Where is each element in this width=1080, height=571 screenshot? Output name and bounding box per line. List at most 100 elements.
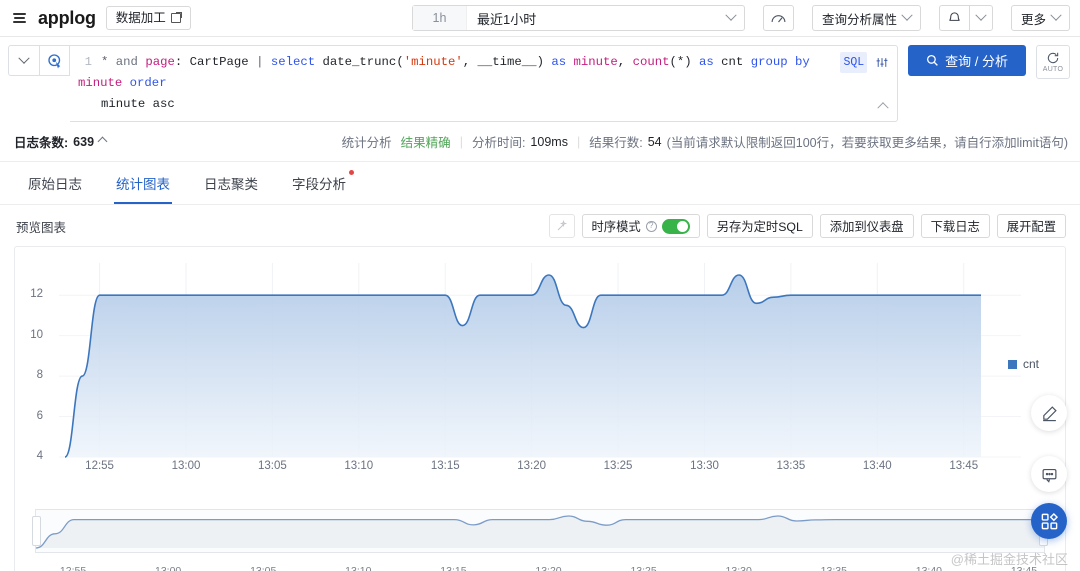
- brush-axis-tick: 13:20: [527, 565, 571, 571]
- query-left-buttons: [8, 45, 70, 76]
- time-range-picker[interactable]: 1h 最近1小时: [412, 5, 745, 31]
- sql-field: page: [145, 55, 175, 69]
- help-icon[interactable]: ?: [646, 221, 657, 232]
- query-props-label: 查询分析属性: [822, 9, 897, 28]
- chart-toolbar: 预览图表 时序模式 ? 另存为定时SQL 添加到仪表盘 下载日志: [0, 205, 1080, 246]
- sql-arg-time: __time__: [478, 55, 537, 69]
- y-axis-tick: 10: [17, 329, 43, 341]
- timeseries-mode-toggle[interactable]: 时序模式 ?: [582, 214, 700, 238]
- result-accurate-badge[interactable]: 结果精确: [401, 132, 451, 151]
- sql-mode-badge[interactable]: SQL: [840, 52, 867, 73]
- tab-label: 原始日志: [28, 177, 82, 192]
- sql-select: select: [271, 55, 315, 69]
- toggle-switch[interactable]: [662, 219, 690, 234]
- x-axis-tick: 13:30: [679, 460, 729, 472]
- tab-stat-chart[interactable]: 统计图表: [114, 162, 172, 204]
- download-logs-button[interactable]: 下载日志: [921, 214, 990, 238]
- brush-axis-tick: 13:15: [431, 565, 475, 571]
- more-button[interactable]: 更多: [1011, 5, 1070, 31]
- brand-title: applog: [38, 8, 96, 29]
- brush-axis-tick: 13:10: [336, 565, 380, 571]
- x-axis-tick: 13:40: [852, 460, 902, 472]
- query-editor-row: 1* and page: CartPage | select date_trun…: [0, 37, 1080, 128]
- x-axis-tick: 13:00: [161, 460, 211, 472]
- query-props-button[interactable]: 查询分析属性: [812, 5, 921, 31]
- target-cursor-icon-button[interactable]: [39, 45, 70, 76]
- tab-raw-logs[interactable]: 原始日志: [26, 162, 84, 204]
- x-axis-tick: 13:15: [420, 460, 470, 472]
- gauge-icon: [770, 10, 787, 27]
- chevron-down-icon: [727, 11, 735, 25]
- brush-axis-tick: 13:35: [812, 565, 856, 571]
- feedback-fab[interactable]: [1031, 456, 1067, 492]
- sql-line-1: 1* and page: CartPage | select date_trun…: [78, 52, 855, 94]
- magic-wand-icon: [556, 220, 568, 232]
- data-process-button[interactable]: 数据加工: [106, 6, 191, 30]
- brush-axis-tick: 13:40: [907, 565, 951, 571]
- sql-as-2: as: [699, 55, 714, 69]
- sql-count: count: [633, 55, 670, 69]
- x-axis-tick: 13:25: [593, 460, 643, 472]
- editor-collapse-button[interactable]: [879, 96, 887, 117]
- expand-config-button[interactable]: 展开配置: [997, 214, 1066, 238]
- magic-wand-icon-button[interactable]: [549, 214, 575, 238]
- brush-handle-left[interactable]: [32, 516, 41, 546]
- time-range-label: 最近1小时: [467, 9, 536, 28]
- expand-config-label: 展开配置: [1007, 217, 1056, 235]
- sql-value: CartPage: [190, 55, 249, 69]
- chevron-down-icon: [901, 10, 912, 21]
- chart-brush-slider[interactable]: [35, 509, 1045, 553]
- tab-label: 字段分析: [292, 177, 346, 192]
- log-count-value: 639: [73, 135, 94, 149]
- tab-label: 日志聚类: [204, 177, 258, 192]
- x-axis-tick: 13:05: [247, 460, 297, 472]
- sql-count-args: (*): [669, 55, 691, 69]
- data-process-label: 数据加工: [116, 10, 166, 26]
- sql-group-by: group by: [751, 55, 810, 69]
- bell-icon-button[interactable]: [939, 5, 969, 31]
- top-bar: applog 数据加工 1h 最近1小时 查询分析属性: [0, 0, 1080, 37]
- limit-note: (当前请求默认限制返回100行，若要获取更多结果，请自行添加limit语句): [667, 132, 1068, 151]
- notification-dropdown-button[interactable]: [969, 5, 993, 31]
- brush-axis-tick: 13:05: [241, 565, 285, 571]
- sql-editor[interactable]: 1* and page: CartPage | select date_trun…: [70, 45, 898, 122]
- legend-label: cnt: [1023, 357, 1039, 371]
- bell-icon: [947, 11, 962, 26]
- notification-split-button[interactable]: [939, 5, 993, 31]
- apps-grid-fab[interactable]: [1031, 503, 1067, 539]
- watermark: @稀土掘金技术社区: [951, 549, 1068, 568]
- analysis-time-value: 109ms: [530, 135, 568, 149]
- tab-label: 统计图表: [116, 177, 170, 192]
- sql-line-2-text: minute asc: [101, 97, 175, 111]
- chevron-down-icon: [1050, 10, 1061, 21]
- legend-swatch: [1008, 360, 1017, 369]
- query-collapse-button[interactable]: [8, 45, 39, 76]
- gauge-icon-button[interactable]: [763, 5, 794, 31]
- chat-bubble-icon: [1041, 466, 1058, 483]
- x-axis-tick: 13:35: [766, 460, 816, 472]
- analysis-time-label: 分析时间:: [472, 132, 525, 151]
- x-axis-tick: 12:55: [75, 460, 125, 472]
- tab-field-analysis[interactable]: 字段分析: [290, 162, 348, 204]
- add-to-dashboard-button[interactable]: 添加到仪表盘: [820, 214, 914, 238]
- chevron-up-icon[interactable]: [99, 134, 106, 148]
- sql-arg-minute: 'minute': [404, 55, 463, 69]
- editor-tools: SQL: [840, 52, 889, 73]
- run-query-button[interactable]: 查询 / 分析: [908, 45, 1026, 76]
- edit-pencil-fab[interactable]: [1031, 395, 1067, 431]
- line-number: 1: [78, 52, 92, 73]
- auto-refresh-button[interactable]: AUTO: [1036, 45, 1070, 79]
- chart-legend[interactable]: cnt: [1008, 357, 1039, 371]
- brush-axis-tick: 12:55: [51, 565, 95, 571]
- auto-refresh-label: AUTO: [1043, 66, 1064, 73]
- tab-bar: 原始日志 统计图表 日志聚类 字段分析: [0, 162, 1080, 205]
- stat-analysis-link[interactable]: 统计分析: [342, 132, 392, 151]
- new-badge-dot: [349, 170, 354, 175]
- timeseries-mode-label: 时序模式: [592, 217, 641, 235]
- sql-order: order: [130, 76, 167, 90]
- filter-icon[interactable]: [875, 56, 889, 69]
- save-scheduled-sql-button[interactable]: 另存为定时SQL: [707, 214, 813, 238]
- sql-date-trunc: date_trunc: [323, 55, 397, 69]
- tab-log-cluster[interactable]: 日志聚类: [202, 162, 260, 204]
- hamburger-icon[interactable]: [10, 9, 28, 27]
